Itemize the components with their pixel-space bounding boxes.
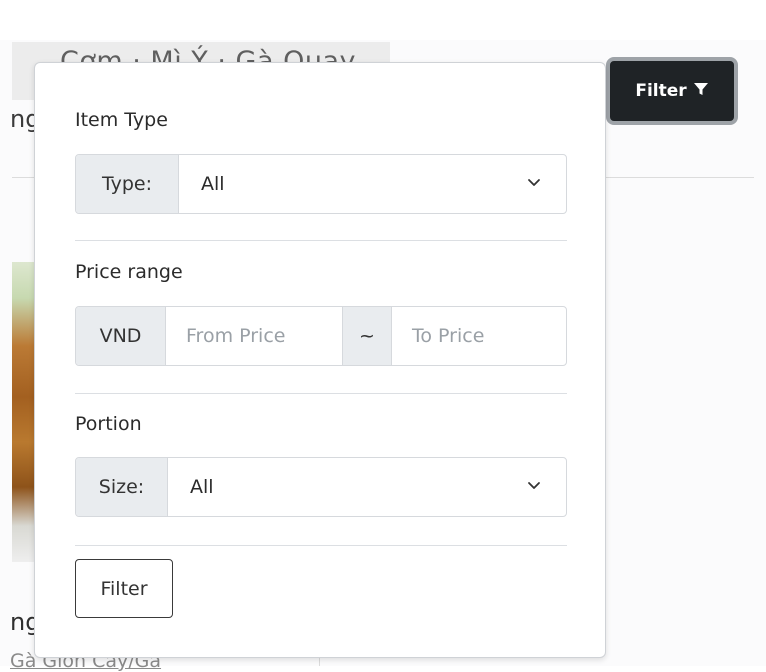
currency-addon: VND [76, 307, 166, 365]
filter-toggle-button[interactable]: Filter [606, 57, 738, 125]
to-price-input[interactable]: To Price [392, 307, 566, 365]
portion-value: All [190, 476, 214, 498]
range-separator: ~ [342, 307, 392, 365]
item-type-select-value[interactable]: All [179, 155, 566, 213]
portion-select[interactable]: Size: All [75, 457, 567, 517]
filter-toggle-label: Filter [635, 81, 687, 101]
price-range-title: Price range [75, 261, 183, 283]
type-addon: Type: [76, 155, 179, 213]
item-type-value: All [201, 173, 225, 195]
filter-submit-button[interactable]: Filter [75, 559, 173, 618]
funnel-icon [693, 81, 709, 102]
item-type-title: Item Type [75, 109, 168, 131]
top-band [0, 0, 766, 40]
from-price-input[interactable]: From Price [166, 307, 342, 365]
section-divider [75, 240, 567, 241]
chevron-down-icon [526, 173, 542, 195]
price-range-group: VND From Price ~ To Price [75, 306, 567, 366]
item-type-select[interactable]: Type: All [75, 154, 567, 214]
filter-dropdown-panel: Item Type Type: All Price range VND From… [34, 62, 606, 658]
portion-select-value[interactable]: All [168, 458, 566, 516]
chevron-down-icon [526, 476, 542, 498]
section-divider [75, 545, 567, 546]
size-addon: Size: [76, 458, 168, 516]
section-divider [75, 393, 567, 394]
portion-title: Portion [75, 413, 142, 435]
